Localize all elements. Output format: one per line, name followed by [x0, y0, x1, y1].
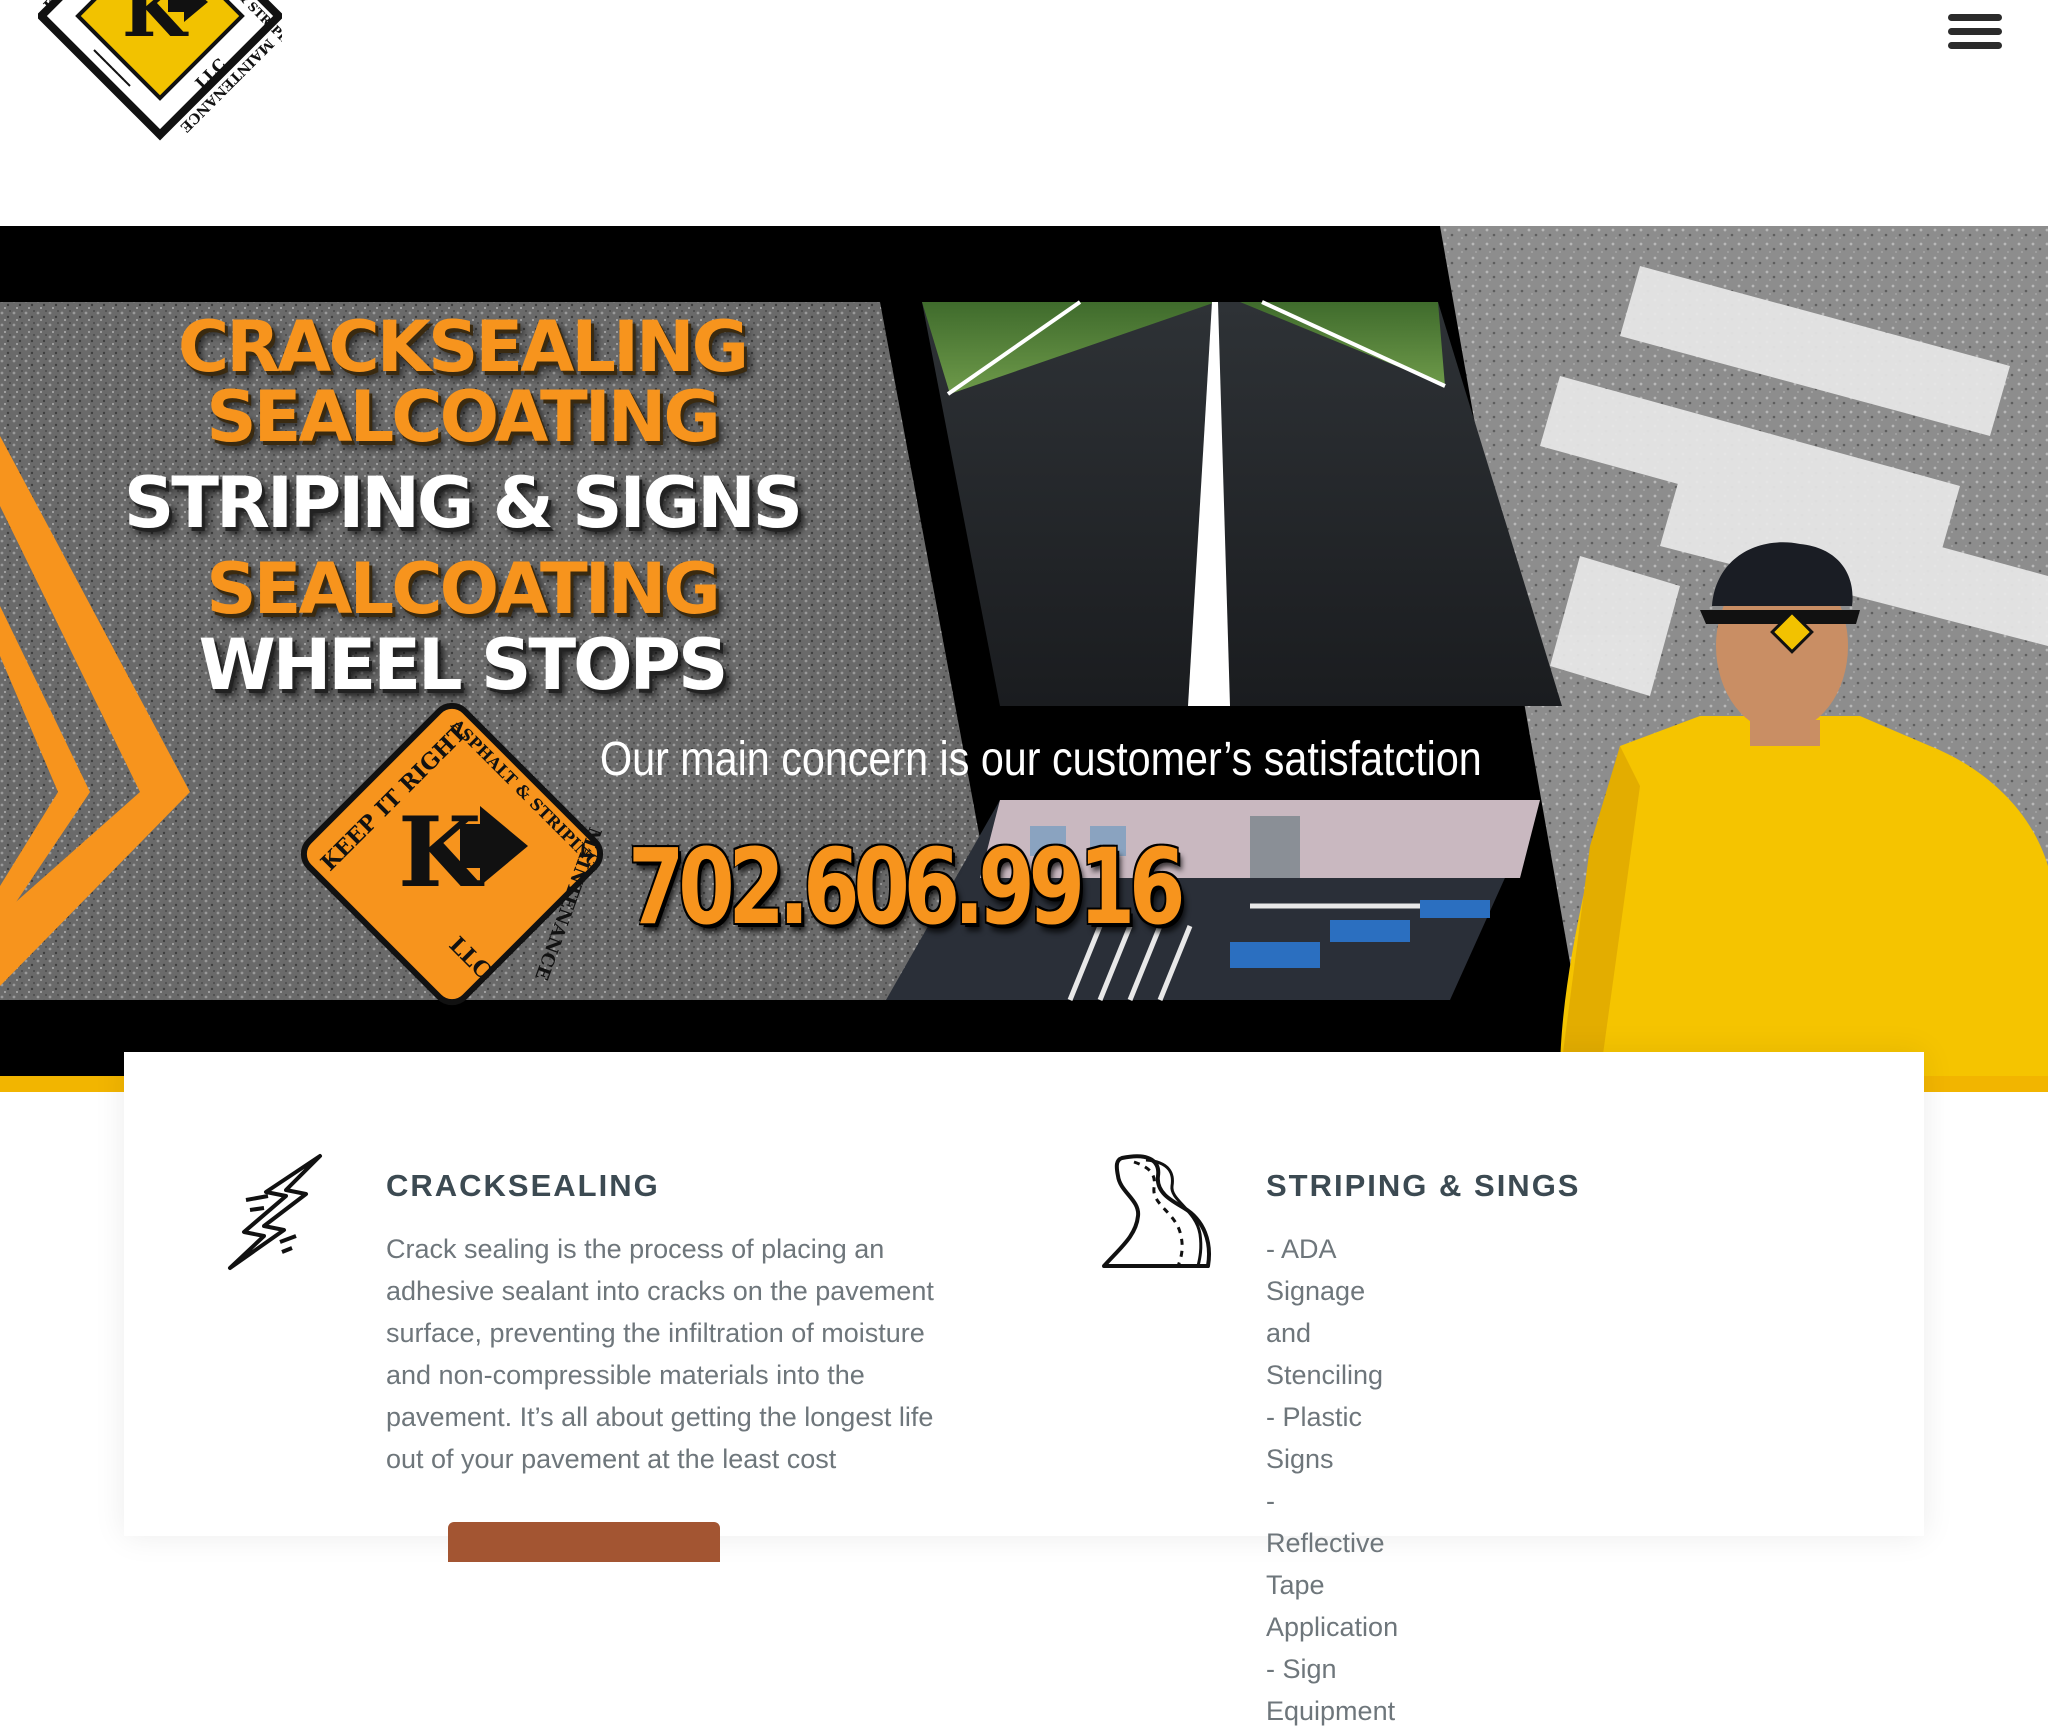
road-icon [1102, 1154, 1211, 1268]
menu-bar [1948, 42, 2002, 49]
service-title: CRACKSEALING [386, 1168, 660, 1203]
service-list: - ADA Signage and Stenciling - Plastic S… [1266, 1228, 1398, 1732]
list-item: - Sign Equipment [1266, 1654, 1396, 1726]
service-description: Crack sealing is the process of placing … [386, 1234, 934, 1474]
hero-line-cracksealing: CRACKSEALING [177, 306, 749, 388]
list-item: - ADA Signage and Stenciling [1266, 1234, 1384, 1390]
hero-line-wheel-stops: WHEEL STOPS [198, 624, 729, 706]
menu-bar [1948, 14, 2002, 21]
services-card: CRACKSEALING Crack sealing is the proces… [124, 1052, 1924, 1726]
hero-tagline: Our main concern is our customer’s satis… [600, 733, 1482, 786]
hero-line-sealcoating-2: SEALCOATING [206, 548, 721, 630]
list-item: - Plastic Signs [1266, 1402, 1363, 1474]
hero-phone-number[interactable]: 702.606.9916 [628, 826, 1185, 948]
crack-icon [228, 1154, 322, 1270]
hamburger-menu-icon[interactable] [1948, 14, 2002, 54]
hero-line-sealcoating: SEALCOATING [206, 376, 721, 458]
menu-bar [1948, 28, 2002, 35]
hero-line-striping-signs: STRIPING & SIGNS [123, 462, 803, 544]
service-cta-button[interactable] [448, 1522, 720, 1562]
hero-banner: K KEEP IT RIGHT ASPHALT & STRIPING MAINT… [0, 226, 2048, 1076]
service-title: STRIPING & SINGS [1266, 1168, 1581, 1203]
list-item: - Reflective Tape Application [1266, 1486, 1399, 1642]
company-logo[interactable]: K KEEP IT RIGHT ASPHALT & STRIPING MAINT… [38, 0, 282, 144]
site-header: K KEEP IT RIGHT ASPHALT & STRIPING MAINT… [0, 0, 2048, 226]
